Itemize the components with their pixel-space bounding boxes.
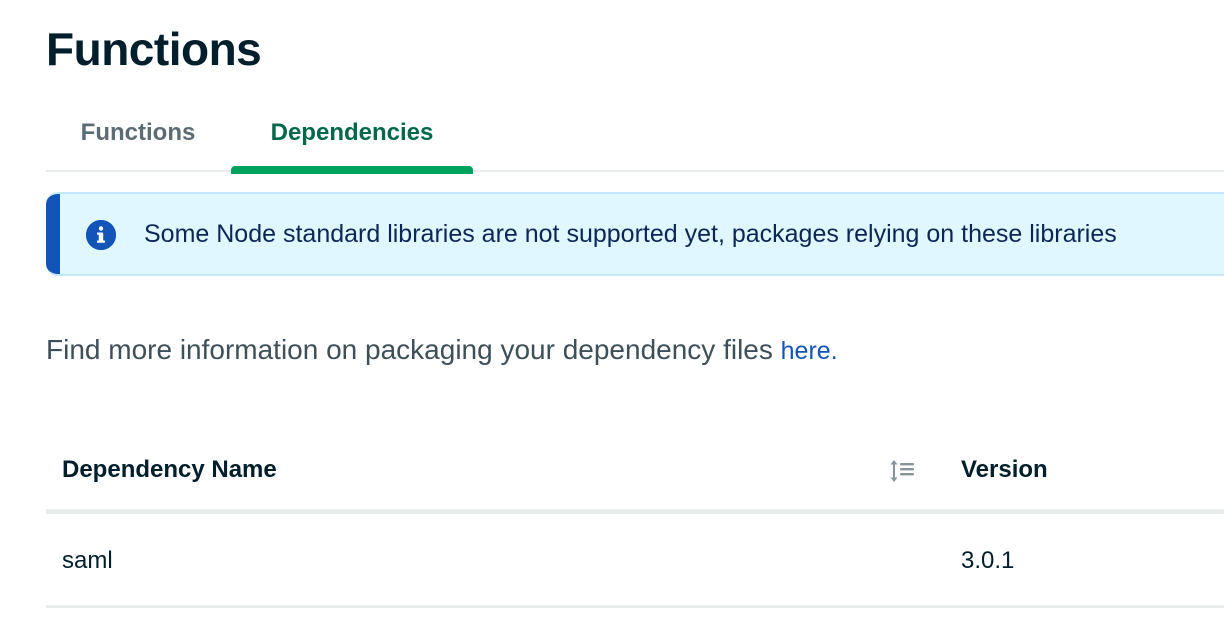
table-row: saml 3.0.1 <box>46 514 1224 608</box>
dependencies-page: Functions Functions Dependencies Some No… <box>0 0 1224 642</box>
tab-functions-label: Functions <box>80 119 196 146</box>
packaging-info: Find more information on packaging your … <box>46 334 838 366</box>
dependency-name-cell: saml <box>62 547 113 574</box>
packaging-info-text: Find more information on packaging your … <box>46 334 781 365</box>
sort-icon[interactable] <box>888 458 916 484</box>
banner-message: Some Node standard libraries are not sup… <box>144 219 1117 248</box>
tab-dependencies-label: Dependencies <box>270 119 434 146</box>
page-title: Functions <box>46 23 262 75</box>
active-tab-indicator <box>231 166 473 174</box>
column-header-dependency-name: Dependency Name <box>62 456 277 483</box>
packaging-docs-link[interactable]: here. <box>781 337 838 365</box>
tab-bar: Functions Dependencies <box>46 104 1224 174</box>
info-banner: Some Node standard libraries are not sup… <box>46 192 1224 276</box>
table-header: Dependency Name Version <box>46 430 1224 514</box>
tab-dependencies[interactable]: Dependencies <box>231 104 473 174</box>
dependency-version-cell: 3.0.1 <box>961 547 1015 574</box>
info-icon <box>86 220 116 250</box>
tab-functions[interactable]: Functions <box>46 104 230 170</box>
column-header-version: Version <box>961 456 1048 483</box>
dependencies-table: Dependency Name Version saml 3.0.1 <box>46 430 1224 608</box>
